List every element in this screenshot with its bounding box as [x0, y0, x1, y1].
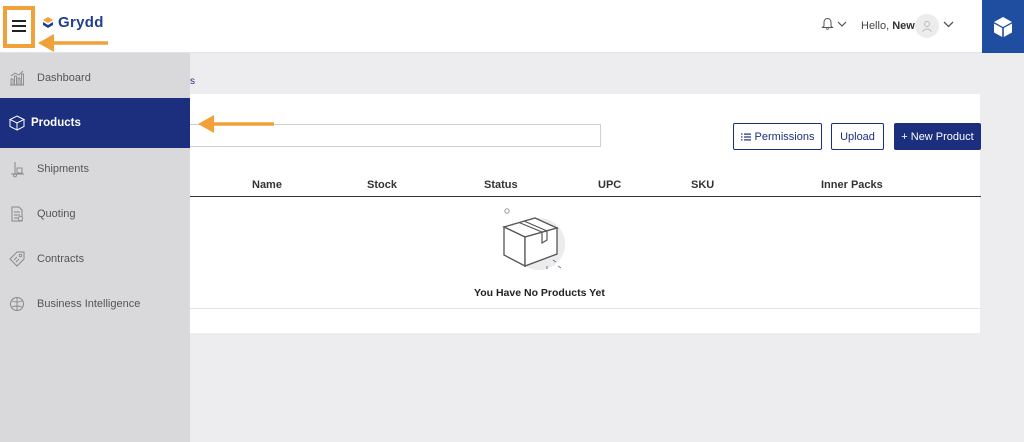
logo-mark-icon	[43, 16, 53, 28]
sidebar: Dashboard Products Shipments Quoting Con…	[0, 53, 190, 442]
sidebar-item-quoting[interactable]: Quoting	[0, 191, 190, 236]
sidebar-item-dashboard[interactable]: Dashboard	[0, 55, 190, 100]
sidebar-item-label: Dashboard	[37, 71, 91, 84]
sidebar-item-label: Contracts	[37, 252, 85, 265]
table-header-divider	[190, 196, 981, 197]
column-header-sku[interactable]: SKU	[691, 179, 714, 191]
user-icon	[922, 21, 932, 32]
brand-name: Grydd	[58, 14, 104, 31]
column-header-inner-packs[interactable]: Inner Packs	[821, 179, 883, 191]
hamburger-line	[12, 30, 26, 32]
new-product-button[interactable]: + New Product	[894, 123, 981, 150]
app-switcher-button[interactable]	[982, 0, 1024, 53]
column-header-stock[interactable]: Stock	[367, 179, 397, 191]
notifications-button[interactable]	[821, 17, 847, 31]
cube-icon	[8, 115, 26, 131]
sidebar-item-label: Business Intelligence	[37, 297, 141, 310]
column-header-status[interactable]: Status	[484, 179, 518, 191]
bell-icon	[821, 17, 834, 30]
annotation-arrow-icon	[38, 34, 108, 52]
chevron-down-icon	[837, 21, 847, 27]
new-product-label: + New Product	[901, 130, 974, 143]
user-menu-chevron-icon[interactable]	[943, 20, 954, 28]
sidebar-item-products[interactable]: Products	[0, 98, 190, 148]
hamburger-line	[12, 25, 26, 27]
upload-button[interactable]: Upload	[831, 123, 884, 150]
annotation-arrow-icon	[198, 115, 274, 133]
top-header: Grydd Hello, New	[0, 0, 1024, 53]
document-icon	[11, 206, 24, 222]
list-icon	[740, 133, 751, 140]
column-header-name[interactable]: Name	[252, 179, 282, 191]
greeting-name: New	[892, 20, 915, 32]
brain-icon	[10, 297, 24, 311]
menu-toggle-button[interactable]	[3, 6, 35, 48]
sidebar-item-label: Shipments	[37, 162, 89, 175]
breadcrumb[interactable]: s	[190, 76, 195, 87]
brand-logo[interactable]: Grydd	[41, 14, 104, 31]
box-icon	[994, 16, 1012, 37]
hamburger-line	[12, 20, 26, 22]
empty-state-message: You Have No Products Yet	[474, 287, 605, 299]
user-greeting[interactable]: Hello, New	[861, 20, 915, 32]
permissions-button[interactable]: Permissions	[733, 123, 822, 150]
dolly-icon	[11, 162, 24, 178]
sidebar-item-contracts[interactable]: Contracts	[0, 236, 190, 281]
sidebar-item-shipments[interactable]: Shipments	[0, 146, 190, 191]
tag-icon	[9, 251, 25, 267]
sidebar-item-label: Products	[31, 117, 81, 129]
avatar[interactable]	[915, 14, 939, 38]
permissions-label: Permissions	[754, 130, 815, 143]
greeting-prefix: Hello,	[861, 20, 893, 32]
bar-chart-icon	[10, 70, 24, 86]
upload-label: Upload	[840, 130, 875, 143]
empty-box-illustration-icon	[502, 208, 565, 270]
table-bottom-divider	[190, 308, 981, 309]
column-header-upc[interactable]: UPC	[598, 179, 621, 191]
sidebar-item-business-intelligence[interactable]: Business Intelligence	[0, 281, 190, 326]
sidebar-item-label: Quoting	[37, 207, 76, 220]
